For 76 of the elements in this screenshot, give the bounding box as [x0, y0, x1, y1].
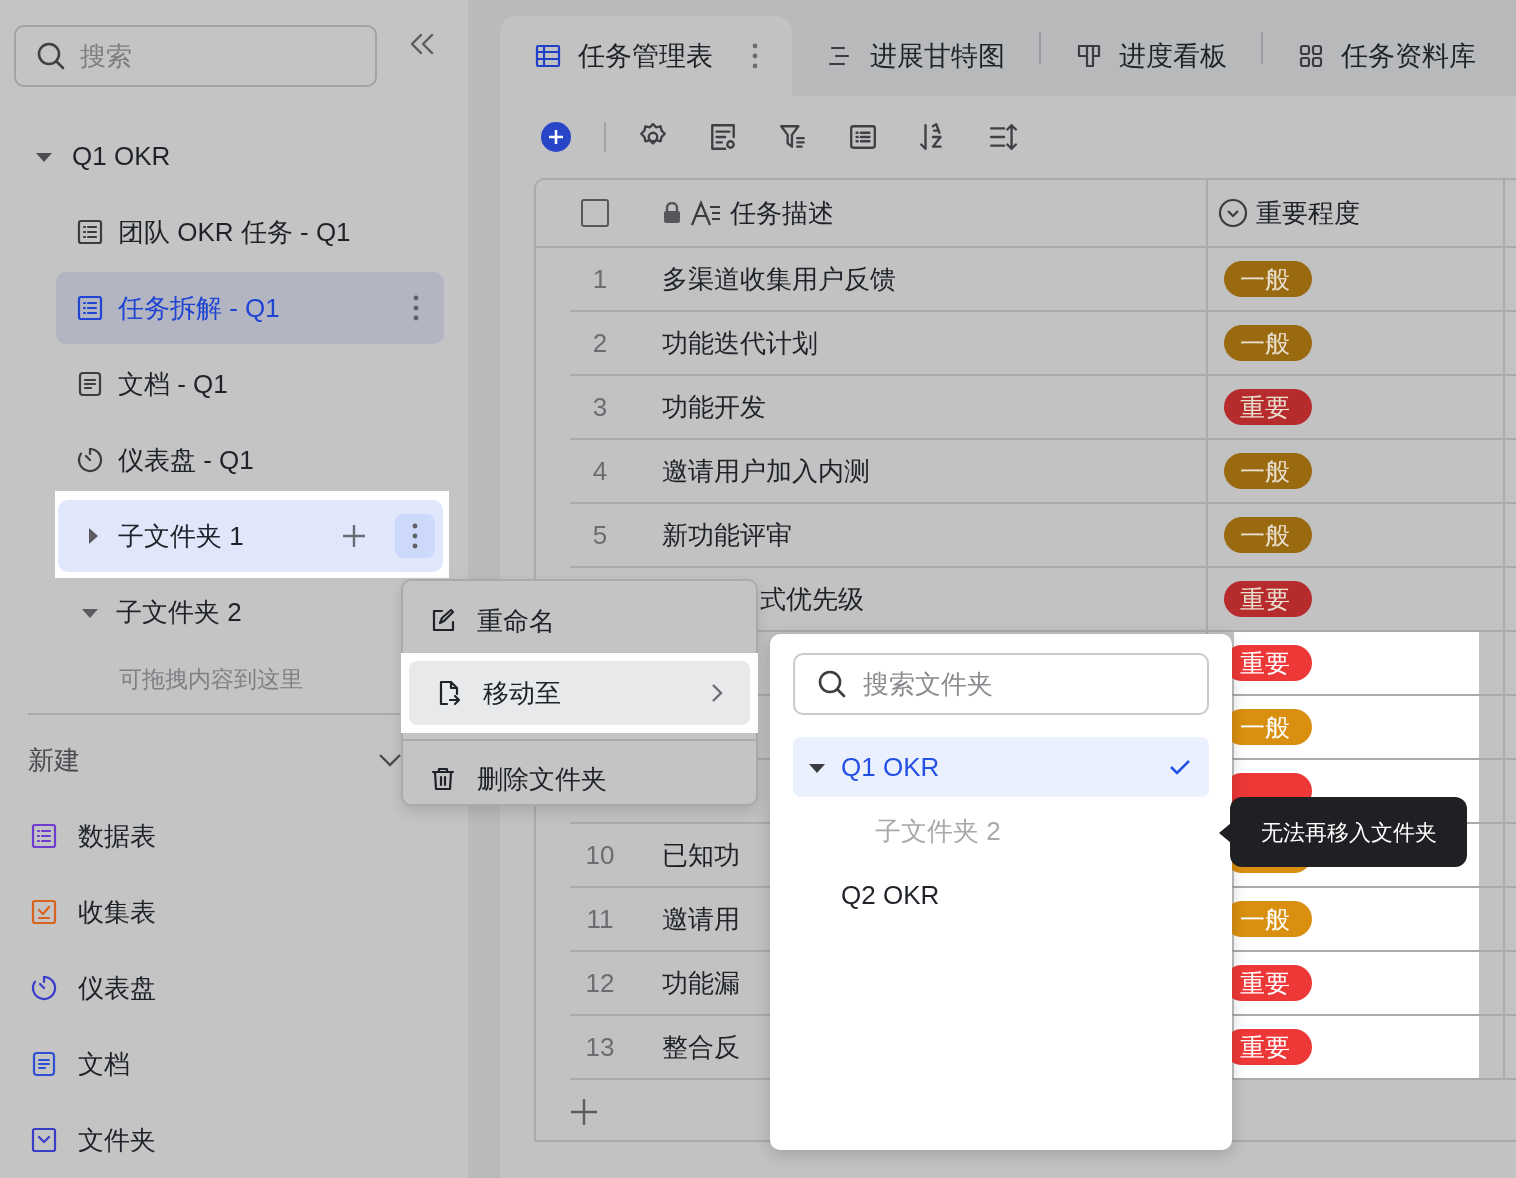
view-tab[interactable]: 进展甘特图 — [792, 16, 1039, 96]
list-icon — [76, 218, 104, 246]
table-cell: 功能迭代计划 — [662, 327, 818, 358]
chevron-icon[interactable] — [378, 752, 402, 768]
empty-hint: 可拖拽内容到这里 — [119, 664, 303, 694]
tree-item[interactable]: 团队 OKR 任务 - Q1 — [56, 196, 444, 268]
row-number: 13 — [585, 1031, 615, 1062]
tree-item[interactable]: 文档 - Q1 — [56, 348, 444, 420]
new-item[interactable]: 仪表盘 — [0, 950, 468, 1026]
table-cell: 功能漏 — [662, 967, 740, 998]
row-number: 12 — [585, 967, 615, 998]
tree-item[interactable]: 子文件夹 1 — [58, 500, 443, 572]
importance-tag: 一般 — [1224, 517, 1312, 553]
table-cell: 新功能评审 — [662, 519, 792, 550]
table-cell: 式优先级 — [760, 583, 864, 614]
search-placeholder: 搜索 — [80, 39, 132, 73]
list-icon — [76, 294, 104, 322]
column-header[interactable]: 任务描述 — [662, 193, 1206, 233]
menu-item[interactable]: 重命名 — [403, 589, 756, 653]
text-field-icon — [690, 199, 722, 227]
select-all-checkbox[interactable] — [581, 199, 609, 227]
table-icon — [534, 42, 562, 70]
table-cell: 功能开发 — [662, 391, 766, 422]
row-number: 5 — [592, 519, 608, 550]
row-number: 10 — [585, 839, 615, 870]
row-number: 3 — [592, 391, 608, 422]
column-header[interactable]: 重要程度 — [1206, 180, 1505, 246]
more-icon — [752, 43, 758, 69]
row-number: 1 — [592, 263, 608, 294]
more-icon — [412, 523, 418, 549]
folder-option[interactable]: Q2 OKR — [793, 865, 1209, 925]
list-icon[interactable] — [848, 122, 878, 152]
document-icon — [76, 370, 104, 398]
row-height-icon[interactable] — [988, 122, 1018, 152]
view-tab[interactable]: 任务管理表 — [500, 16, 792, 96]
more-button[interactable] — [395, 514, 435, 558]
menu-item[interactable]: 移动至 — [409, 661, 750, 725]
tree-folder[interactable]: Q1 OKR — [0, 118, 468, 194]
table-cell: 邀请用 — [662, 903, 740, 934]
grid-icon — [1297, 42, 1325, 70]
table-cell: 多渠道收集用户反馈 — [662, 263, 896, 294]
gauge-icon — [76, 446, 104, 474]
add-icon[interactable] — [341, 523, 367, 549]
importance-tag: 一般 — [1224, 261, 1312, 297]
table-cell: 已知功 — [662, 839, 740, 870]
columns-icon — [1075, 42, 1103, 70]
search-icon — [36, 41, 66, 71]
tree-item[interactable]: 仪表盘 - Q1 — [56, 424, 444, 496]
table-cell: 整合反 — [662, 1031, 740, 1062]
trash-icon — [429, 765, 457, 793]
new-item[interactable]: 收集表 — [0, 874, 468, 950]
dropdown-circle-icon — [1218, 198, 1248, 228]
new-item[interactable]: 文件夹 — [0, 1102, 468, 1178]
folder-option[interactable]: Q1 OKR — [793, 737, 1209, 797]
form-settings-icon[interactable] — [708, 122, 738, 152]
view-tab[interactable]: 进度看板 — [1041, 16, 1261, 96]
importance-tag: 一般 — [1224, 453, 1312, 489]
tree-item[interactable]: 任务拆解 - Q1 — [56, 272, 444, 344]
search-placeholder: 搜索文件夹 — [863, 667, 993, 701]
collapse-icon[interactable] — [409, 31, 435, 56]
add-button[interactable] — [540, 121, 572, 153]
check-icon — [1169, 758, 1191, 776]
row-number: 2 — [592, 327, 608, 358]
row-number: 11 — [586, 903, 614, 934]
importance-tag: 重要 — [1224, 581, 1312, 617]
table-cell: 邀请用户加入内测 — [662, 455, 870, 486]
view-tab[interactable]: 任务资料库 — [1263, 16, 1510, 96]
importance-tag: 一般 — [1224, 325, 1312, 361]
section-title: 新建 — [28, 743, 81, 777]
add-row-icon[interactable] — [570, 1098, 598, 1126]
search-icon — [817, 669, 847, 699]
new-item[interactable]: 文档 — [0, 1026, 468, 1102]
importance-tag: 重要 — [1224, 389, 1312, 425]
row-number: 4 — [592, 455, 608, 486]
tooltip: 无法再移入文件夹 — [1230, 797, 1467, 867]
more-icon — [413, 295, 419, 321]
